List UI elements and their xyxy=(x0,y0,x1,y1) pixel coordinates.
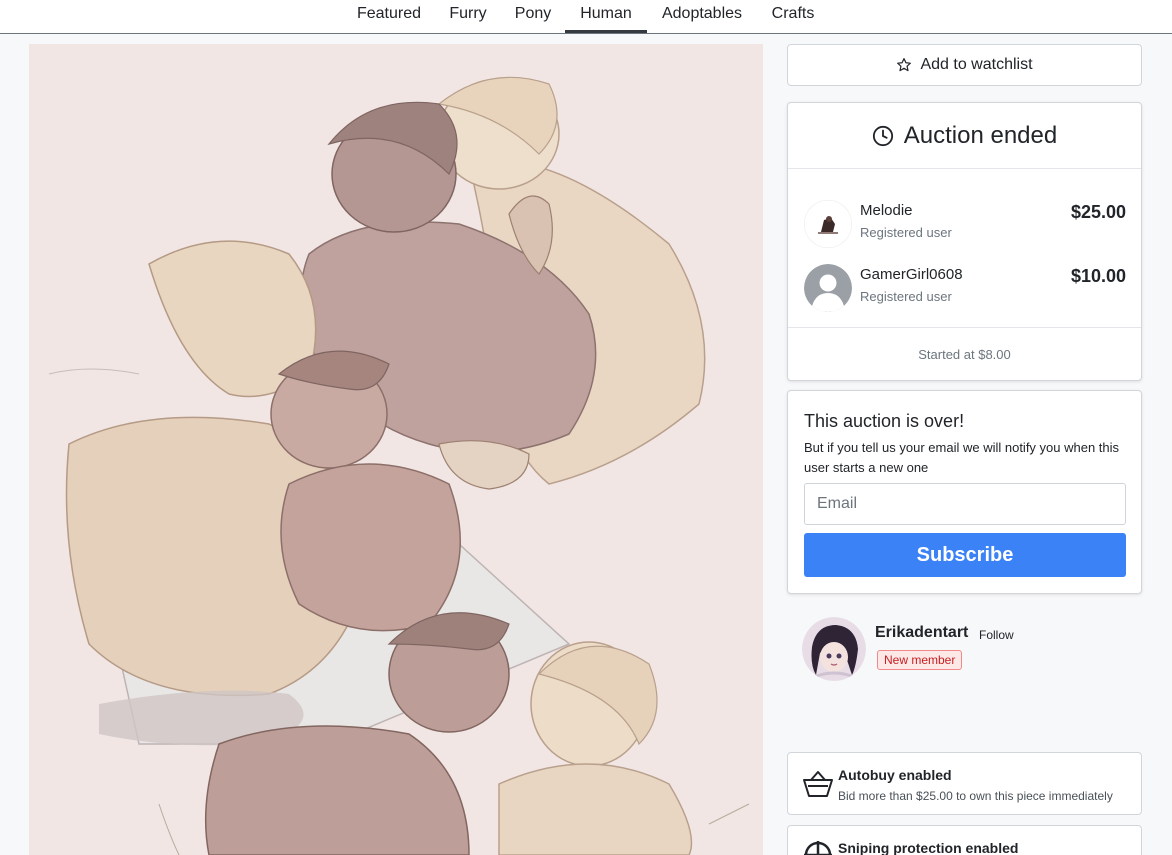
bidder-name[interactable]: Melodie xyxy=(860,202,913,219)
bidder-role: Registered user xyxy=(860,225,952,240)
autobuy-card: Autobuy enabled Bid more than $25.00 to … xyxy=(787,752,1142,815)
bid-amount: $10.00 xyxy=(1070,266,1126,286)
tab-furry[interactable]: Furry xyxy=(440,0,496,33)
bid-row: Melodie Registered user $25.00 xyxy=(804,200,1126,250)
tab-featured[interactable]: Featured xyxy=(349,0,429,33)
artist-username[interactable]: Erikadentart xyxy=(875,624,968,642)
email-input[interactable] xyxy=(804,483,1126,525)
bidder-name[interactable]: GamerGirl0608 xyxy=(860,266,963,283)
new-member-badge: New member xyxy=(877,650,963,670)
starting-price: Started at $8.00 xyxy=(788,327,1141,380)
tab-crafts[interactable]: Crafts xyxy=(762,0,824,33)
bid-amount: $25.00 xyxy=(1070,202,1126,222)
subscribe-button[interactable]: Subscribe xyxy=(804,533,1126,577)
tab-pony[interactable]: Pony xyxy=(506,0,560,33)
follow-link[interactable]: Follow xyxy=(979,628,1014,642)
bidder-role: Registered user xyxy=(860,289,952,304)
basket-icon xyxy=(803,771,833,797)
artwork-image[interactable] xyxy=(29,44,763,855)
artwork-illustration xyxy=(29,44,763,855)
artist-profile: Erikadentart Follow New member xyxy=(802,617,1142,683)
bidder-avatar[interactable] xyxy=(804,200,852,248)
tab-adoptables[interactable]: Adoptables xyxy=(653,0,751,33)
artist-avatar-image xyxy=(802,617,866,681)
add-to-watchlist-button[interactable]: Add to watchlist xyxy=(787,44,1142,86)
artist-avatar[interactable] xyxy=(802,617,866,681)
bidder-avatar-image xyxy=(804,200,852,248)
auction-status: Auction ended xyxy=(903,121,1058,149)
bid-row: GamerGirl0608 Registered user $10.00 xyxy=(804,264,1126,314)
crosshair-icon xyxy=(804,841,832,855)
autobuy-title: Autobuy enabled xyxy=(838,767,952,783)
autobuy-description: Bid more than $25.00 to own this piece i… xyxy=(838,789,1113,803)
star-icon xyxy=(897,58,912,72)
default-user-icon xyxy=(804,264,852,312)
auction-status-header: Auction ended xyxy=(788,103,1141,169)
notify-title: This auction is over! xyxy=(804,411,965,431)
clock-icon xyxy=(872,125,893,146)
sniping-protection-card: Sniping protection enabled xyxy=(787,825,1142,855)
watchlist-label: Add to watchlist xyxy=(920,56,1033,73)
notify-description: But if you tell us your email we will no… xyxy=(804,440,1120,475)
sniping-protection-title: Sniping protection enabled xyxy=(838,840,1019,855)
category-nav: Featured Furry Pony Human Adoptables Cra… xyxy=(0,0,1172,34)
tab-human[interactable]: Human xyxy=(565,0,647,33)
auction-card: Auction ended Melodie Registered user $2… xyxy=(787,102,1142,381)
bidder-avatar[interactable] xyxy=(804,264,852,312)
notify-card: This auction is over! But if you tell us… xyxy=(787,390,1142,594)
